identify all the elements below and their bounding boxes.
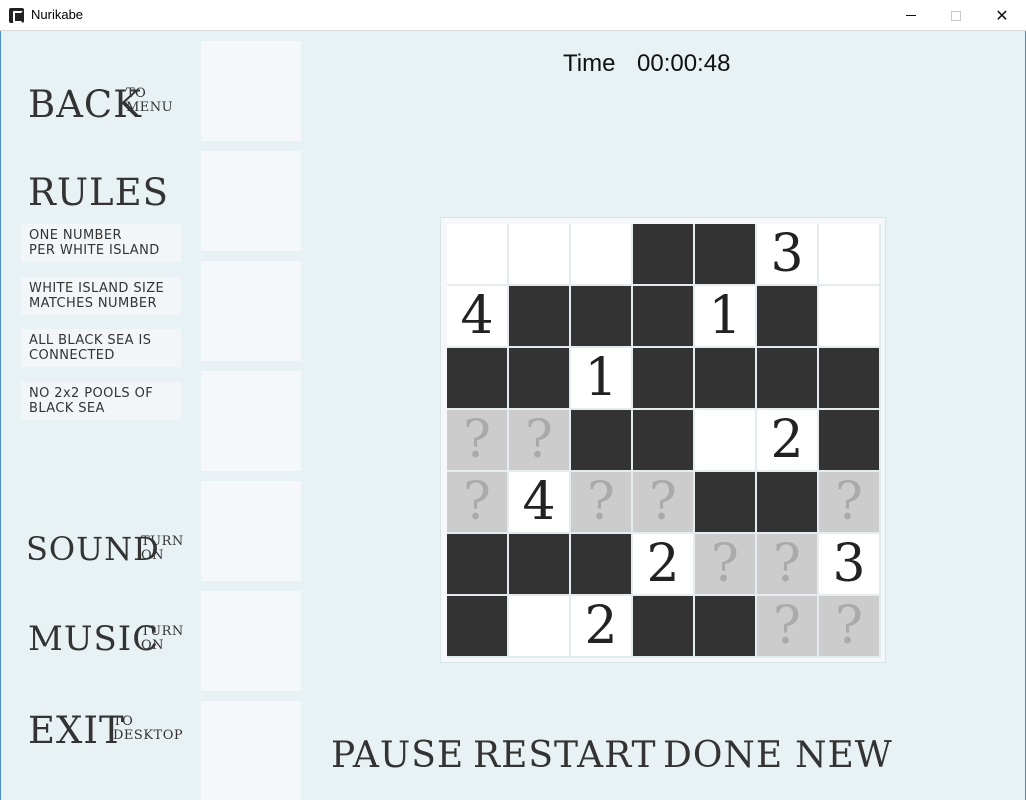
black-cell[interactable] [633, 410, 693, 470]
sound-sub-label[interactable]: ON [141, 549, 164, 562]
white-cell[interactable] [447, 224, 507, 284]
black-cell[interactable] [695, 596, 755, 656]
unknown-cell[interactable]: ? [571, 472, 631, 532]
unknown-cell[interactable]: ? [447, 472, 507, 532]
rule-item: ALL BLACK SEA IS CONNECTED [21, 329, 181, 367]
unknown-cell[interactable]: ? [695, 534, 755, 594]
rule-text: MATCHES NUMBER [29, 296, 157, 311]
black-cell[interactable] [819, 348, 879, 408]
back-sub-label[interactable]: MENU [126, 101, 173, 114]
rule-item: WHITE ISLAND SIZE MATCHES NUMBER [21, 277, 181, 315]
black-cell[interactable] [447, 596, 507, 656]
exit-sub-label[interactable]: TO [113, 715, 133, 728]
rule-text: ONE NUMBER [29, 228, 122, 243]
pause-button[interactable]: PAUSE [331, 738, 464, 774]
black-cell[interactable] [509, 348, 569, 408]
number-cell[interactable]: 4 [447, 286, 507, 346]
close-button[interactable]: ✕ [979, 0, 1025, 31]
black-cell[interactable] [695, 224, 755, 284]
rule-text: PER WHITE ISLAND [29, 243, 160, 258]
music-toggle-button[interactable]: MUSIC [28, 622, 159, 656]
black-cell[interactable] [633, 224, 693, 284]
black-cell[interactable] [509, 534, 569, 594]
number-cell[interactable]: 2 [757, 410, 817, 470]
exit-to-desktop-button[interactable]: EXIT [28, 712, 125, 749]
white-cell[interactable] [819, 224, 879, 284]
number-cell[interactable]: 3 [819, 534, 879, 594]
minimize-button[interactable] [888, 0, 934, 31]
black-cell[interactable] [509, 286, 569, 346]
rule-item: ONE NUMBER PER WHITE ISLAND [21, 224, 181, 262]
app-icon [9, 8, 24, 23]
new-game-button[interactable]: NEW [795, 738, 893, 774]
unknown-cell[interactable]: ? [757, 596, 817, 656]
rule-text: NO 2x2 POOLS OF [29, 386, 154, 401]
black-cell[interactable] [633, 348, 693, 408]
number-cell[interactable]: 1 [695, 286, 755, 346]
maximize-icon [951, 10, 961, 21]
side-panel [201, 591, 301, 691]
black-cell[interactable] [571, 534, 631, 594]
title-bar: Nurikabe ✕ [0, 0, 1026, 31]
timer-label: Time [563, 50, 616, 77]
rules-heading: RULES [28, 171, 169, 214]
rule-text: ALL BLACK SEA IS [29, 333, 152, 348]
unknown-cell[interactable]: ? [509, 410, 569, 470]
number-cell[interactable]: 3 [757, 224, 817, 284]
puzzle-grid: 3 4 1 1?? 2? 4??? 2?? 3 2?? [447, 224, 881, 658]
white-cell[interactable] [509, 596, 569, 656]
window-title: Nurikabe [31, 7, 84, 22]
side-panel [201, 371, 301, 471]
done-button[interactable]: DONE [663, 738, 783, 774]
black-cell[interactable] [757, 286, 817, 346]
close-icon: ✕ [995, 5, 1009, 25]
unknown-cell[interactable]: ? [633, 472, 693, 532]
black-cell[interactable] [633, 596, 693, 656]
black-cell[interactable] [447, 534, 507, 594]
minimize-icon [906, 15, 916, 16]
black-cell[interactable] [695, 472, 755, 532]
maximize-button[interactable] [933, 0, 979, 31]
side-panel [201, 261, 301, 361]
white-cell[interactable] [509, 224, 569, 284]
black-cell[interactable] [633, 286, 693, 346]
unknown-cell[interactable]: ? [819, 472, 879, 532]
number-cell[interactable]: 2 [571, 596, 631, 656]
restart-button[interactable]: RESTART [473, 738, 657, 774]
side-panel [201, 41, 301, 141]
black-cell[interactable] [819, 410, 879, 470]
exit-sub-label[interactable]: DESKTOP [113, 729, 183, 742]
black-cell[interactable] [757, 472, 817, 532]
puzzle-board: 3 4 1 1?? 2? 4??? 2?? 3 2?? [440, 217, 886, 663]
music-sub-label[interactable]: ON [141, 639, 164, 652]
sound-sub-label[interactable]: TURN [141, 535, 184, 548]
rule-text: BLACK SEA [29, 401, 105, 416]
music-sub-label[interactable]: TURN [141, 625, 184, 638]
white-cell[interactable] [571, 224, 631, 284]
black-cell[interactable] [757, 348, 817, 408]
black-cell[interactable] [447, 348, 507, 408]
window-border-left [0, 31, 1, 800]
unknown-cell[interactable]: ? [757, 534, 817, 594]
black-cell[interactable] [571, 410, 631, 470]
black-cell[interactable] [571, 286, 631, 346]
side-panel [201, 701, 301, 800]
back-to-menu-button[interactable]: BACK [28, 86, 142, 123]
unknown-cell[interactable]: ? [819, 596, 879, 656]
rule-text: CONNECTED [29, 348, 115, 363]
rule-text: WHITE ISLAND SIZE [29, 281, 165, 296]
number-cell[interactable]: 1 [571, 348, 631, 408]
white-cell[interactable] [695, 410, 755, 470]
side-panel [201, 151, 301, 251]
number-cell[interactable]: 2 [633, 534, 693, 594]
side-panel [201, 481, 301, 581]
black-cell[interactable] [695, 348, 755, 408]
sound-toggle-button[interactable]: SOUND [26, 533, 160, 565]
number-cell[interactable]: 4 [509, 472, 569, 532]
unknown-cell[interactable]: ? [447, 410, 507, 470]
timer-value: 00:00:48 [637, 50, 731, 77]
back-sub-label[interactable]: TO [126, 87, 146, 100]
white-cell[interactable] [819, 286, 879, 346]
rule-item: NO 2x2 POOLS OF BLACK SEA [21, 382, 181, 420]
